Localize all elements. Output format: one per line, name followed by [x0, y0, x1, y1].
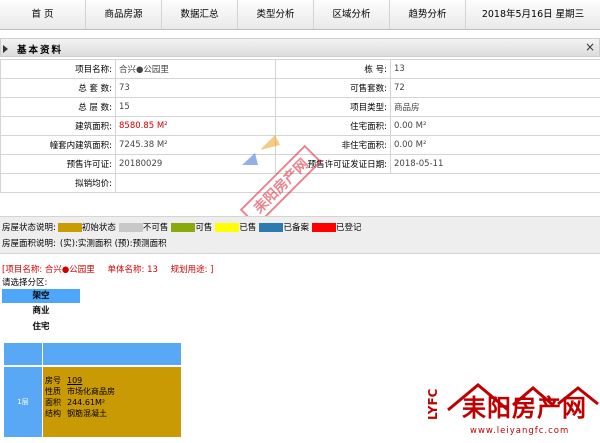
nav-data-summary[interactable]: 数据汇总	[162, 0, 238, 29]
nav-listings[interactable]: 商品房源	[86, 0, 162, 29]
label-presale-permit: 预售许可证:	[0, 154, 116, 174]
label-total-floors: 总 层 数:	[0, 97, 116, 117]
area-legend: 房屋面积说明: (实):实测面积 (预):预测面积	[2, 237, 167, 249]
value-project-name: 合兴●公园里	[115, 59, 276, 79]
unit-cell-109[interactable]: 房号 109 性质 市场化商品房 面积 244.61M² 结构 钢筋混凝土	[42, 366, 182, 438]
swatch-sold	[215, 222, 240, 232]
value-total-floors: 15	[115, 97, 276, 117]
value-project-type: 商品房	[390, 97, 600, 117]
status-sellable: 可售	[195, 223, 213, 233]
label-project-name: 项目名称:	[0, 59, 116, 79]
status-legend: 房屋状态说明: 初始状态 不可售 可售 已售 已备案 已登记	[2, 221, 362, 233]
table-row: 总 层 数: 15 项目类型: 商品房	[0, 97, 600, 117]
value-non-residential-area: 0.00 M²	[390, 135, 600, 155]
value-building-no: 13	[390, 59, 600, 79]
unit-table-header-cell	[3, 342, 43, 366]
value-available-units: 72	[390, 78, 600, 98]
status-initial: 初始状态	[81, 223, 116, 233]
watermark-text: 耒阳房产网	[250, 155, 312, 217]
brand-name: 耒阳房产网	[462, 394, 587, 422]
nature-label: 性质	[45, 387, 61, 396]
table-row: 总 套 数: 73 可售套数: 72	[0, 78, 600, 98]
unit-name: 单体名称: 13	[107, 265, 158, 275]
brand-lyfc: LYFC	[426, 388, 440, 420]
top-nav: 首 页 商品房源 数据汇总 类型分析 区域分析 趋势分析 2018年5月16日 …	[0, 0, 600, 30]
status-legend-label: 房屋状态说明:	[2, 223, 56, 233]
area-label: 面积	[45, 398, 61, 407]
choose-zone-label: 请选择分区:	[2, 278, 48, 288]
swatch-unsellable	[118, 222, 143, 232]
unit-table-header-cell	[42, 342, 182, 366]
label-avg-price: 拟销均价:	[0, 173, 116, 193]
legend-panel: 房屋状态说明: 初始状态 不可售 可售 已售 已备案 已登记 房屋面积说明: (…	[0, 216, 600, 254]
value-permit-date: 2018-05-11	[390, 154, 600, 174]
swatch-initial	[57, 222, 82, 232]
label-available-units: 可售套数:	[275, 78, 391, 98]
value-avg-price	[115, 173, 600, 193]
label-total-units: 总 套 数:	[0, 78, 116, 98]
structure-value: 钢筋混凝土	[67, 409, 107, 418]
area-value: 244.61M²	[67, 398, 106, 407]
floor-label: 1层	[3, 366, 43, 438]
project-name: [项目名称: 合兴●公园里	[2, 265, 95, 275]
plan-usage: 规划用途: ]	[170, 265, 214, 275]
label-project-type: 项目类型:	[275, 97, 391, 117]
room-number[interactable]: 109	[67, 376, 82, 385]
section-title: 基本资料	[17, 45, 64, 56]
nav-trend-analysis[interactable]: 趋势分析	[390, 0, 466, 29]
status-unsellable: 不可售	[142, 223, 169, 233]
brand-logo: LYFC 耒阳房产网 www.leiyangfc.com	[418, 380, 600, 443]
table-row: 项目名称: 合兴●公园里 栋 号: 13	[0, 59, 600, 79]
nav-home[interactable]: 首 页	[0, 0, 86, 29]
zone-elevated[interactable]: 架空	[2, 289, 80, 303]
nav-area-analysis[interactable]: 区域分析	[314, 0, 390, 29]
label-building-no: 栋 号:	[275, 59, 391, 79]
room-label: 房号	[45, 376, 61, 385]
status-sold: 已售	[239, 223, 257, 233]
value-total-units: 73	[115, 78, 276, 98]
structure-label: 结构	[45, 409, 61, 418]
date-display: 2018年5月16日 星期三	[481, 9, 585, 20]
label-building-area: 建筑面积:	[0, 116, 116, 136]
collapse-arrow-icon[interactable]	[3, 45, 8, 53]
label-inner-area: 幢套内建筑面积:	[0, 135, 116, 155]
close-icon[interactable]: ×	[585, 40, 595, 54]
swatch-sellable	[171, 222, 196, 232]
swatch-registered	[311, 222, 336, 232]
area-legend-label: 房屋面积说明:	[2, 239, 56, 249]
value-residential-area: 0.00 M²	[390, 116, 600, 136]
section-header: 基本资料 ×	[0, 38, 600, 57]
area-legend-desc: (实):实测面积 (预):预测面积	[59, 239, 167, 249]
nav-type-analysis[interactable]: 类型分析	[238, 0, 314, 29]
project-summary: [项目名称: 合兴●公园里 单体名称: 13 规划用途: ]	[2, 263, 224, 275]
zone-commercial[interactable]: 商业	[2, 304, 80, 318]
status-filed: 已备案	[283, 223, 309, 233]
zone-residential[interactable]: 住宅	[2, 320, 80, 334]
swatch-filed	[259, 222, 284, 232]
nature-value: 市场化商品房	[67, 387, 115, 396]
brand-url: www.leiyangfc.com	[470, 426, 570, 436]
status-registered: 已登记	[335, 223, 362, 233]
